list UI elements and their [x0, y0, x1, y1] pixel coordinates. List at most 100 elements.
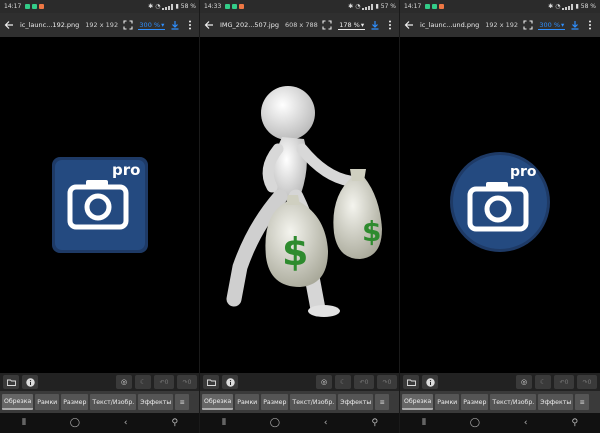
fullscreen-icon[interactable]	[522, 18, 533, 32]
fullscreen-icon[interactable]	[322, 18, 333, 32]
notification-icon	[232, 4, 238, 9]
chevron-down-icon: ▾	[561, 20, 565, 29]
file-name: IMG_202...507.jpg	[220, 21, 279, 29]
download-icon[interactable]	[169, 18, 180, 32]
undo-button[interactable]: ↶ 0	[354, 375, 374, 389]
tab-resize[interactable]: Размер	[461, 394, 489, 410]
tab-crop[interactable]: Обрезка	[402, 394, 434, 410]
tab-effects[interactable]: Эффекты	[338, 394, 374, 410]
moon-icon[interactable]: ☾	[135, 375, 151, 389]
tab-text-image[interactable]: Текст/Изобр.	[90, 394, 137, 410]
battery-level: 58 %	[580, 3, 596, 10]
nav-recents-icon[interactable]: ⦀	[222, 418, 226, 428]
compare-icon[interactable]: ◎	[316, 375, 332, 389]
battery-level: 57 %	[380, 3, 396, 10]
undo-count: 0	[164, 378, 169, 386]
image-canvas[interactable]: $ $	[200, 37, 399, 373]
zoom-dropdown[interactable]: 178 % ▾	[338, 20, 366, 30]
file-name: ic_launc...192.png	[20, 21, 80, 29]
status-time: 14:17	[404, 3, 422, 10]
running-man-with-money-bags: $ $	[226, 86, 382, 317]
image-dimensions: 192 x 192	[85, 21, 119, 29]
compare-icon[interactable]: ◎	[116, 375, 132, 389]
tab-resize[interactable]: Размер	[61, 394, 89, 410]
battery-icon: ▮	[175, 3, 179, 10]
tab-frames[interactable]: Рамки	[35, 394, 60, 410]
chevron-down-icon: ▾	[360, 20, 365, 29]
status-bar: 14:17 ✱ ◔ ▮ 58 %	[0, 0, 199, 13]
tab-frames[interactable]: Рамки	[435, 394, 460, 410]
back-arrow-icon[interactable]	[204, 19, 214, 31]
tab-frames[interactable]: Рамки	[235, 394, 260, 410]
status-time: 14:17	[4, 3, 22, 10]
zoom-level: 300 %	[539, 20, 561, 29]
menu-icon[interactable]: ≡	[575, 394, 590, 410]
image-canvas[interactable]: pro	[400, 37, 600, 373]
tab-effects[interactable]: Эффекты	[138, 394, 174, 410]
compare-icon[interactable]: ◎	[516, 375, 532, 389]
top-toolbar: ic_launc...192.png 192 x 192 300 % ▾	[0, 13, 199, 37]
nav-accessibility-icon[interactable]: ⚲	[171, 418, 178, 428]
status-right: ✱ ◔ ▮ 58 %	[148, 3, 196, 10]
zoom-level: 300 %	[139, 20, 161, 29]
battery-level: 58 %	[180, 3, 196, 10]
back-arrow-icon[interactable]	[4, 19, 14, 31]
redo-count: 0	[387, 378, 392, 386]
editor-panel-3: 14:17 ✱ ◔ ▮ 58 % ic_launc...und.png 192 …	[400, 0, 600, 433]
top-toolbar: ic_launc...und.png 192 x 192 300 % ▾	[400, 13, 600, 37]
tab-effects[interactable]: Эффекты	[538, 394, 574, 410]
app-icon-pro-text: pro	[510, 164, 537, 180]
nav-home-icon[interactable]: ◯	[270, 418, 280, 428]
more-vert-icon[interactable]	[385, 18, 396, 32]
zoom-dropdown[interactable]: 300 % ▾	[138, 20, 166, 30]
fullscreen-icon[interactable]	[122, 18, 133, 32]
nav-recents-icon[interactable]: ⦀	[422, 418, 426, 428]
nav-back-icon[interactable]: ‹	[124, 418, 128, 428]
battery-icon: ▮	[575, 3, 579, 10]
undo-button[interactable]: ↶ 0	[554, 375, 574, 389]
icon-bar: ◎ ☾ ↶ 0 ↷ 0	[0, 373, 199, 391]
moon-icon[interactable]: ☾	[535, 375, 551, 389]
android-nav-bar: ⦀ ◯ ‹ ⚲	[200, 413, 399, 433]
editor-panel-2: 14:33 ✱ ◔ ▮ 57 % IMG_202...507.jpg 608 x…	[200, 0, 400, 433]
zoom-dropdown[interactable]: 300 % ▾	[538, 20, 566, 30]
tab-crop[interactable]: Обрезка	[2, 394, 34, 410]
more-vert-icon[interactable]	[585, 18, 596, 32]
download-icon[interactable]	[569, 18, 580, 32]
nav-back-icon[interactable]: ‹	[524, 418, 528, 428]
folder-icon[interactable]	[3, 375, 19, 389]
undo-button[interactable]: ↶ 0	[154, 375, 174, 389]
icon-bar: ◎ ☾ ↶ 0 ↷ 0	[400, 373, 600, 391]
more-vert-icon[interactable]	[185, 18, 196, 32]
tool-tabs: Обрезка Рамки Размер Текст/Изобр. Эффект…	[400, 391, 600, 413]
nav-accessibility-icon[interactable]: ⚲	[571, 418, 578, 428]
menu-icon[interactable]: ≡	[375, 394, 390, 410]
nav-back-icon[interactable]: ‹	[324, 418, 328, 428]
redo-button[interactable]: ↷ 0	[377, 375, 397, 389]
folder-icon[interactable]	[203, 375, 219, 389]
moon-icon[interactable]: ☾	[335, 375, 351, 389]
download-icon[interactable]	[369, 18, 380, 32]
android-nav-bar: ⦀ ◯ ‹ ⚲	[0, 413, 199, 433]
redo-button[interactable]: ↷ 0	[177, 375, 197, 389]
nav-accessibility-icon[interactable]: ⚲	[371, 418, 378, 428]
nav-recents-icon[interactable]: ⦀	[22, 418, 26, 428]
android-nav-bar: ⦀ ◯ ‹ ⚲	[400, 413, 600, 433]
menu-icon[interactable]: ≡	[175, 394, 190, 410]
status-time: 14:33	[204, 3, 222, 10]
undo-count: 0	[364, 378, 369, 386]
tab-resize[interactable]: Размер	[261, 394, 289, 410]
tab-crop[interactable]: Обрезка	[202, 394, 234, 410]
info-icon[interactable]	[22, 375, 38, 389]
info-icon[interactable]	[222, 375, 238, 389]
back-arrow-icon[interactable]	[404, 19, 414, 31]
image-canvas[interactable]: pro	[0, 37, 199, 373]
nav-home-icon[interactable]: ◯	[70, 418, 80, 428]
redo-button[interactable]: ↷ 0	[577, 375, 597, 389]
info-icon[interactable]	[422, 375, 438, 389]
bluetooth-icon: ✱	[148, 3, 154, 10]
tab-text-image[interactable]: Текст/Изобр.	[490, 394, 537, 410]
nav-home-icon[interactable]: ◯	[470, 418, 480, 428]
tab-text-image[interactable]: Текст/Изобр.	[290, 394, 337, 410]
folder-icon[interactable]	[403, 375, 419, 389]
